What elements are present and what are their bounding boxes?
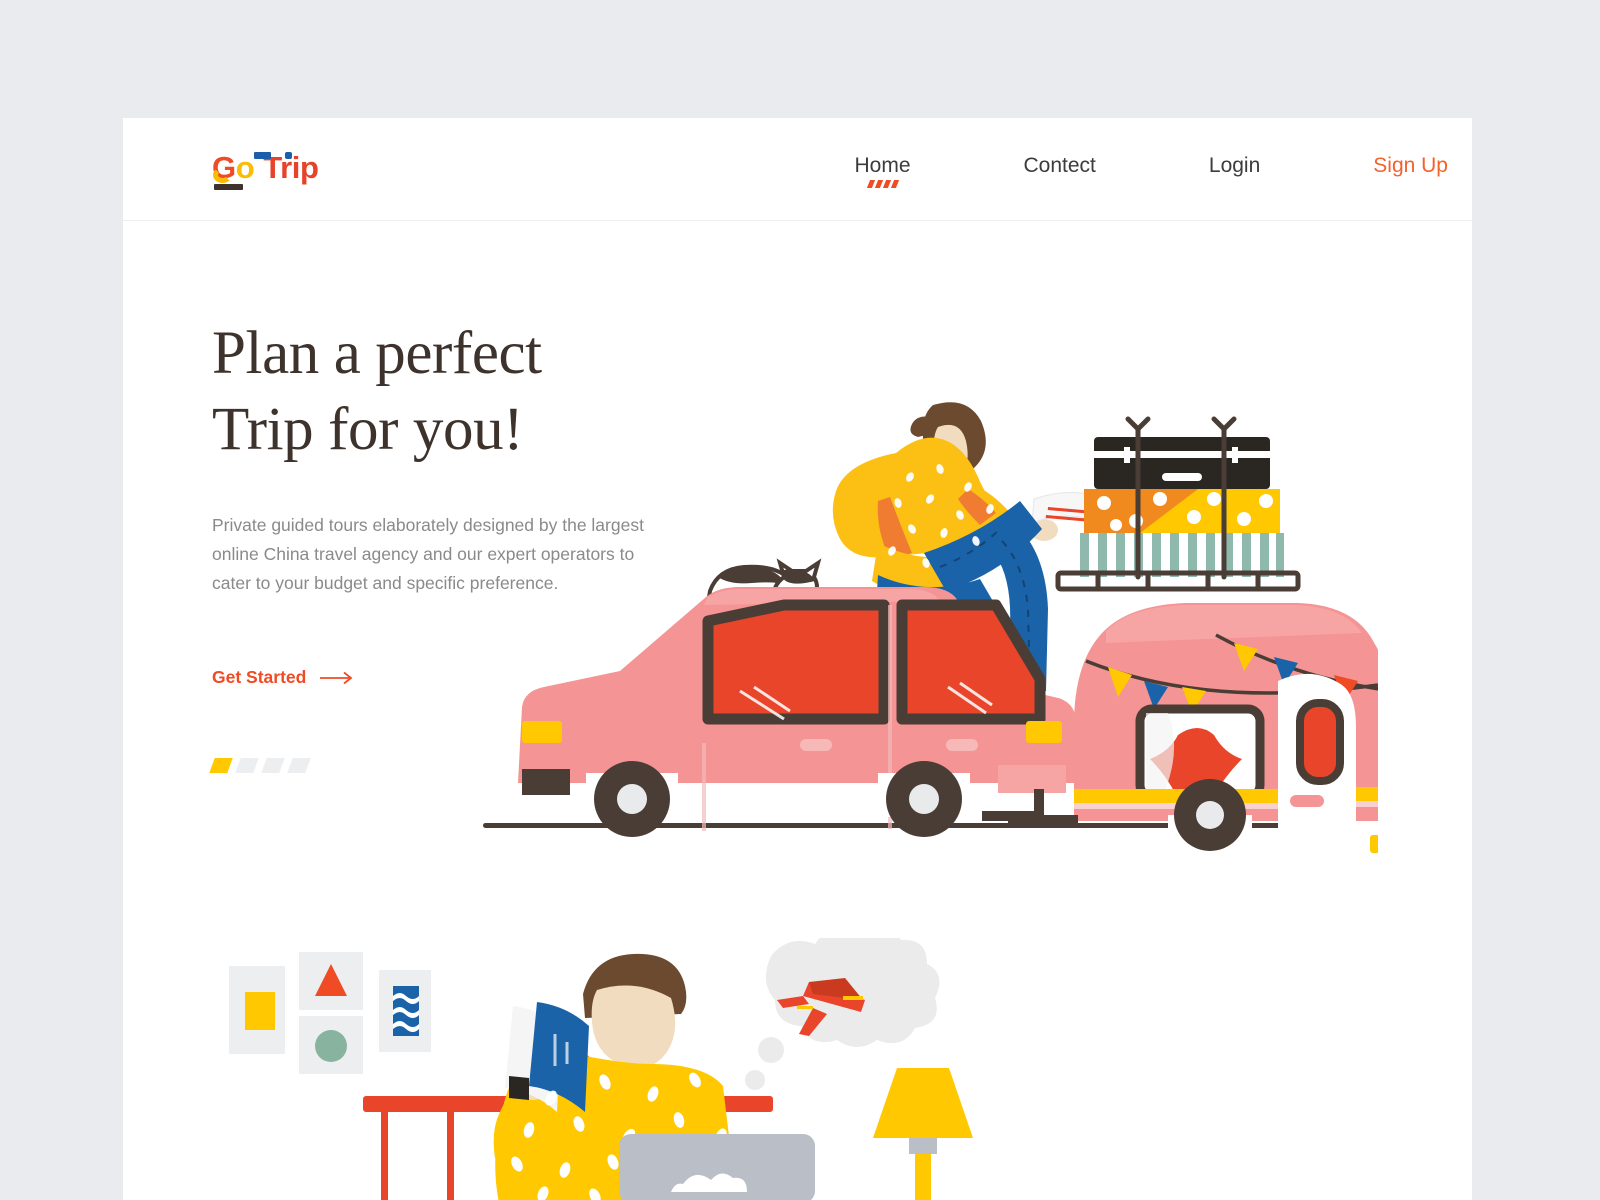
feature-section: The fastest way to Book flights [123,908,1472,1200]
logo-g-accent [213,167,232,183]
slider-dot-2[interactable] [235,758,259,773]
blue-waves-icon [393,986,419,1036]
feature-illustration [213,924,1033,1200]
main-nav: Home Contect Login Sign Up [854,154,1448,188]
logo[interactable]: Go Trip [212,150,319,186]
thought-bubble [745,924,940,1090]
hero-slider-indicators[interactable] [209,758,311,773]
hero-title-line1: Plan a perfect [212,320,542,387]
nav-item-contect-label: Contect [1023,154,1096,177]
logo-i-dot-accent [285,152,292,159]
logo-t-accent [254,152,271,159]
logo-underline [214,184,243,190]
nav-item-contect[interactable]: Contect [1024,154,1096,178]
nav-active-indicator [866,180,899,188]
nav-item-signup-label: Sign Up [1373,154,1448,177]
slider-dot-1[interactable] [209,758,233,773]
page-card: Go Trip Home Contect Login Sign Up Plan … [123,118,1472,1200]
man-reading-svg [229,924,973,1200]
car-windows [702,599,1046,725]
caravan-door [1278,673,1356,857]
pink-car [518,587,1076,837]
nav-item-signup[interactable]: Sign Up [1373,154,1448,178]
laptop-icon [619,1134,815,1200]
logo-letter-i: i [291,150,301,185]
logo-letter-o: o [235,150,255,185]
nav-item-home[interactable]: Home [854,154,911,188]
logo-letter-p: p [299,150,319,185]
arrow-right-icon [320,671,356,685]
get-started-button[interactable]: Get Started [212,667,356,688]
nav-item-home-label: Home [854,154,911,177]
slider-dot-4[interactable] [287,758,311,773]
yellow-table-lamp [873,1068,973,1200]
site-header: Go Trip Home Contect Login Sign Up [123,118,1472,221]
nav-item-login[interactable]: Login [1209,154,1260,178]
wall-art-group [229,952,431,1074]
roof-luggage-stack [1055,416,1301,592]
get-started-label: Get Started [212,667,307,687]
car-caravan-svg [483,402,1412,857]
hero-illustration [478,391,1412,891]
hero-title-line2: Trip for you! [212,396,524,463]
slider-dot-3[interactable] [261,758,285,773]
hero-section: Plan a perfect Trip for you! Private gui… [123,221,1472,921]
nav-item-login-label: Login [1208,154,1261,177]
